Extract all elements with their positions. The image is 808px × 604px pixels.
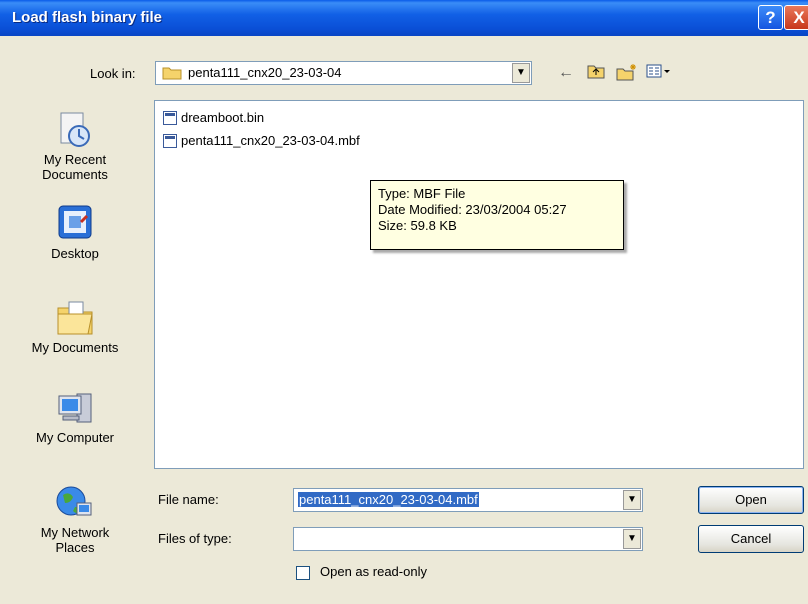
- title-bar[interactable]: Load flash binary file ? X: [0, 0, 808, 36]
- files-of-type-label: Files of type:: [158, 531, 232, 546]
- file-name: penta111_cnx20_23-03-04.mbf: [181, 133, 360, 148]
- new-folder-icon[interactable]: [616, 63, 638, 83]
- file-name-label: File name:: [158, 492, 219, 507]
- cancel-button[interactable]: Cancel: [698, 525, 804, 553]
- tooltip-type: Type: MBF File: [378, 186, 466, 201]
- read-only-label[interactable]: Open as read-only: [320, 564, 427, 579]
- file-name-combobox[interactable]: penta111_cnx20_23-03-04.mbf ▼: [293, 488, 643, 512]
- place-label: My Documents: [31, 340, 119, 355]
- my-documents-icon: [57, 301, 93, 335]
- file-name-value[interactable]: penta111_cnx20_23-03-04.mbf: [298, 492, 479, 507]
- chevron-down-icon[interactable]: ▼: [623, 490, 641, 510]
- place-label: Desktop: [51, 246, 99, 261]
- place-my-computer[interactable]: My Computer: [0, 388, 150, 445]
- my-computer-icon: [58, 393, 92, 423]
- dialog-window: Load flash binary file ? X Look in: pent…: [0, 0, 808, 604]
- up-folder-icon[interactable]: [587, 63, 605, 83]
- read-only-checkbox[interactable]: [296, 566, 310, 580]
- file-name: dreamboot.bin: [181, 110, 265, 125]
- chevron-down-icon[interactable]: ▼: [512, 63, 530, 83]
- place-label: My Computer: [35, 430, 115, 445]
- help-button[interactable]: ?: [758, 5, 783, 30]
- file-info-tooltip: Type: MBF File Date Modified: 23/03/2004…: [370, 180, 624, 250]
- look-in-dropdown[interactable]: penta111_cnx20_23-03-04 ▼: [155, 61, 532, 85]
- file-list[interactable]: dreamboot.bin penta111_cnx20_23-03-04.mb…: [154, 100, 804, 469]
- close-button[interactable]: X: [784, 5, 808, 30]
- tooltip-size: Size: 59.8 KB: [378, 218, 457, 233]
- views-menu-icon[interactable]: [646, 63, 672, 83]
- folder-icon: [162, 67, 182, 80]
- tooltip-date-modified: Date Modified: 23/03/2004 05:27: [378, 202, 567, 217]
- place-my-network-places[interactable]: My Network Places: [0, 483, 150, 555]
- dialog-title: Load flash binary file: [12, 9, 163, 26]
- file-icon: [163, 111, 177, 125]
- back-arrow-icon[interactable]: ←: [558, 63, 574, 83]
- place-label: My Recent Documents: [42, 152, 108, 182]
- recent-documents-icon: [60, 112, 90, 147]
- files-of-type-dropdown[interactable]: ▼: [293, 527, 643, 551]
- network-places-icon: [56, 486, 92, 516]
- open-button[interactable]: Open: [698, 486, 804, 514]
- place-label: My Network Places: [40, 525, 110, 555]
- place-desktop[interactable]: Desktop: [0, 204, 150, 261]
- look-in-label: Look in:: [90, 66, 136, 81]
- look-in-value: penta111_cnx20_23-03-04: [188, 65, 342, 80]
- file-icon: [163, 134, 177, 148]
- chevron-down-icon[interactable]: ▼: [623, 529, 641, 549]
- desktop-icon: [58, 205, 92, 239]
- place-my-documents[interactable]: My Documents: [0, 298, 150, 355]
- place-recent-documents[interactable]: My Recent Documents: [0, 110, 150, 182]
